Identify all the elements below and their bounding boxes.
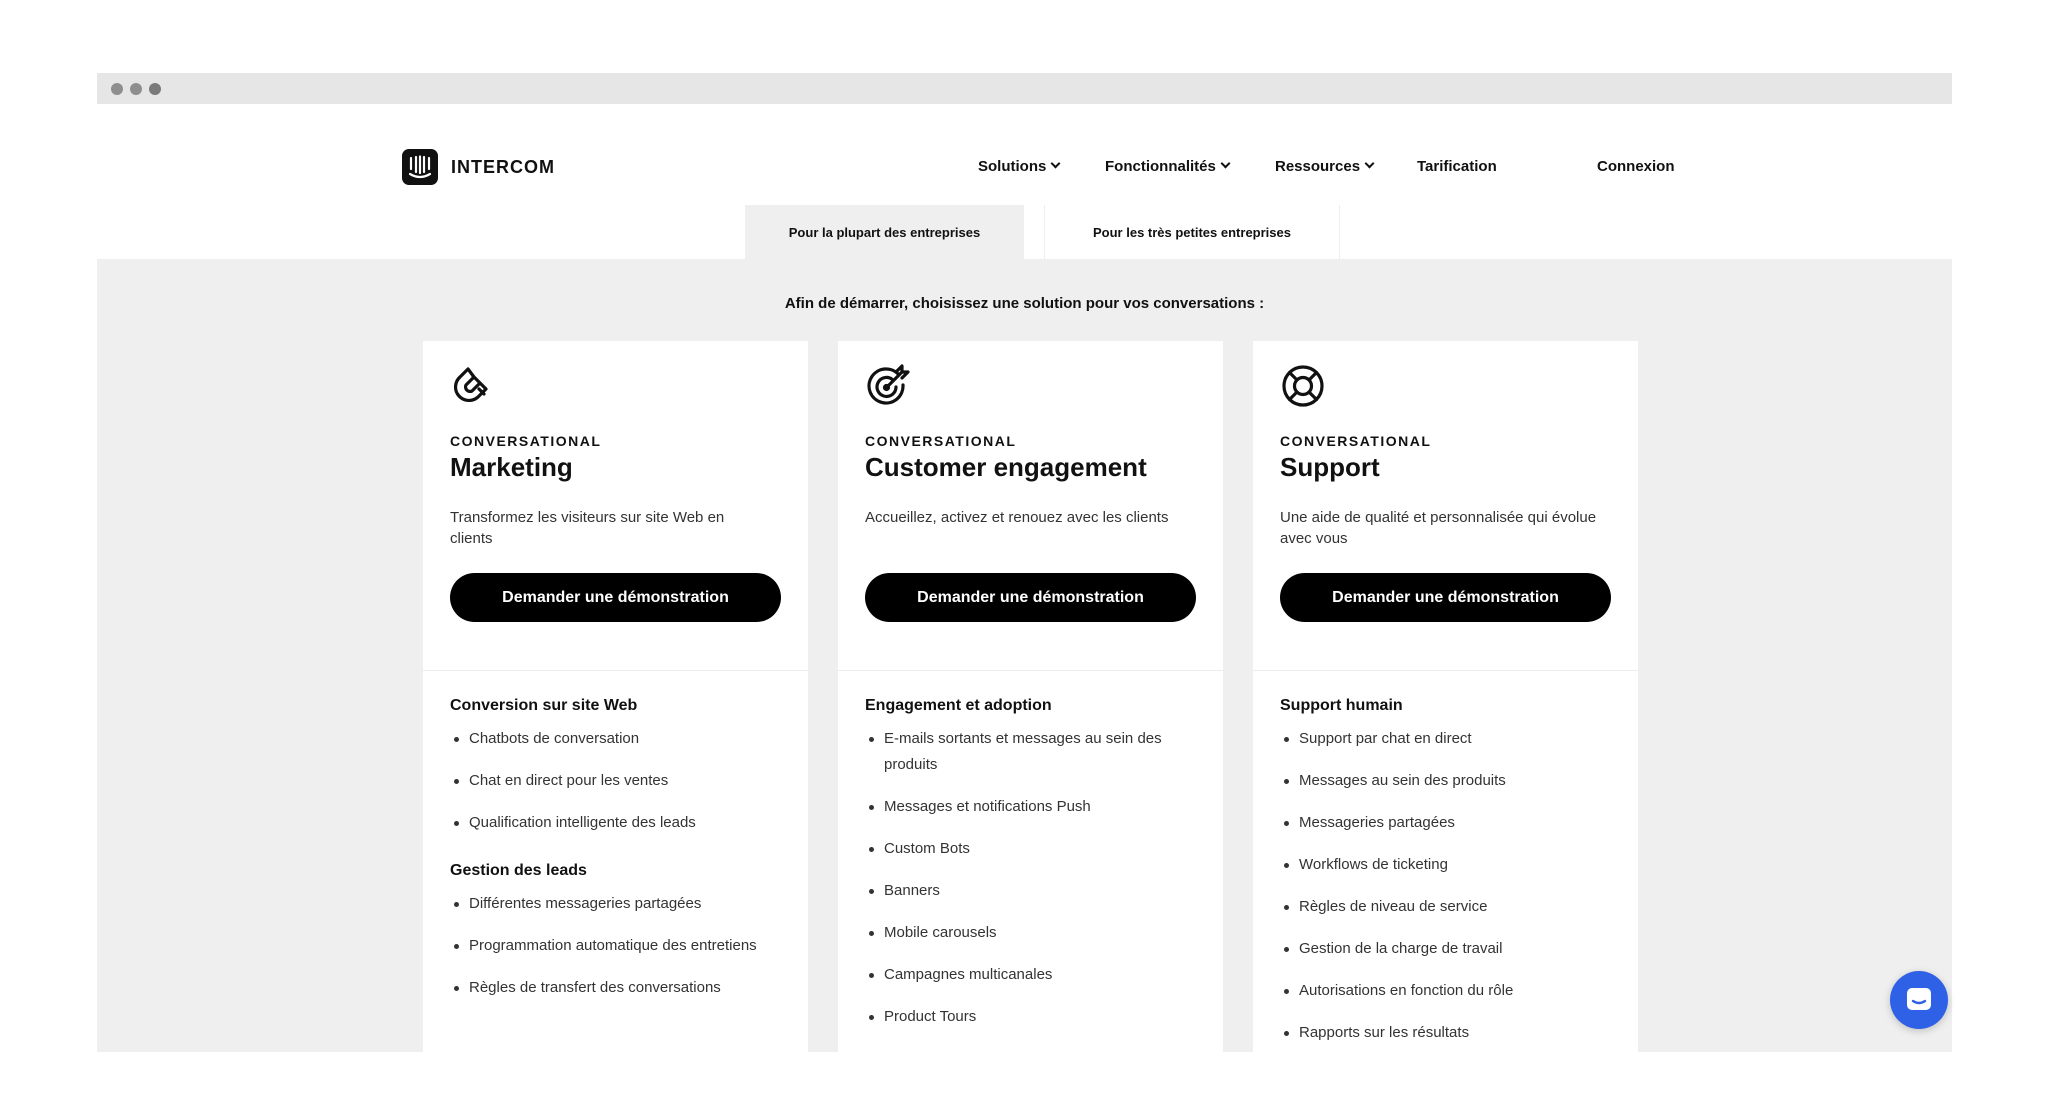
- tab-very-small-businesses-label: Pour les très petites entreprises: [1093, 224, 1291, 240]
- list-item: Messages et notifications Push: [865, 794, 1196, 820]
- list-item: Product Tours: [865, 1004, 1196, 1030]
- card-eyebrow: CONVERSATIONAL: [1280, 433, 1432, 449]
- list-item: Banners: [865, 878, 1196, 904]
- request-demo-button[interactable]: Demander une démonstration: [865, 573, 1196, 622]
- list-item: Gestion de la charge de travail: [1280, 936, 1611, 962]
- card-description: Une aide de qualité et personnalisée qui…: [1280, 509, 1597, 547]
- list-item: Custom Bots: [865, 836, 1196, 862]
- solutions-section: Afin de démarrer, choisissez une solutio…: [97, 259, 1952, 1052]
- card-eyebrow: CONVERSATIONAL: [865, 433, 1017, 449]
- browser-window: INTERCOM Solutions Fonctionnalités Resso…: [97, 73, 1952, 1052]
- nav-tarification[interactable]: Tarification: [1417, 158, 1497, 175]
- login-label: Connexion: [1597, 158, 1675, 175]
- card-features: Conversion sur site Web Chatbots de conv…: [423, 671, 808, 1001]
- nav-solutions[interactable]: Solutions: [978, 158, 1061, 175]
- login-link[interactable]: Connexion: [1597, 158, 1675, 175]
- list-item: Règles de niveau de service: [1280, 894, 1611, 920]
- list-item: Règles de transfert des conversations: [450, 975, 781, 1001]
- card-description: Accueillez, activez et renouez avec les …: [865, 509, 1169, 526]
- card-title: Customer engagement: [865, 452, 1147, 482]
- chevron-down-icon: [1050, 158, 1061, 169]
- card-header: CONVERSATIONAL Customer engagement Accue…: [838, 341, 1223, 671]
- card-header: CONVERSATIONAL Support Une aide de quali…: [1253, 341, 1638, 671]
- intercom-logo[interactable]: INTERCOM: [402, 149, 555, 185]
- card-features: Support humain Support par chat en direc…: [1253, 671, 1638, 1046]
- list-item: Messageries partagées: [1280, 810, 1611, 836]
- card-description: Transformez les visiteurs sur site Web e…: [450, 509, 725, 547]
- target-icon: [867, 364, 910, 405]
- intercom-logo-icon: [402, 149, 438, 185]
- nav-ressources-label: Ressources: [1275, 158, 1361, 175]
- magnet-icon: [453, 367, 488, 403]
- tab-most-businesses[interactable]: Pour la plupart des entreprises: [745, 205, 1024, 259]
- feature-list: Différentes messageries partagées Progra…: [450, 891, 781, 1001]
- list-item: Programmation automatique des entretiens: [450, 933, 781, 959]
- window-control-close[interactable]: [111, 83, 123, 95]
- section-intro: Afin de démarrer, choisissez une solutio…: [784, 295, 1265, 312]
- request-demo-button[interactable]: Demander une démonstration: [1280, 573, 1611, 622]
- window-control-minimize[interactable]: [130, 83, 142, 95]
- feature-list: Chatbots de conversation Chat en direct …: [450, 726, 781, 836]
- nav-fonctionnalites[interactable]: Fonctionnalités: [1105, 158, 1231, 175]
- chat-launcher-button[interactable]: [1890, 971, 1948, 1029]
- site-header: INTERCOM Solutions Fonctionnalités Resso…: [97, 104, 1952, 259]
- feature-group-title: Gestion des leads: [450, 862, 587, 879]
- nav-ressources[interactable]: Ressources: [1275, 158, 1375, 175]
- window-titlebar: [97, 73, 1952, 104]
- nav-solutions-label: Solutions: [978, 158, 1047, 175]
- feature-group-title: Conversion sur site Web: [450, 697, 638, 714]
- feature-group-title: Engagement et adoption: [865, 697, 1052, 714]
- request-demo-button[interactable]: Demander une démonstration: [450, 573, 781, 622]
- feature-list: Support par chat en direct Messages au s…: [1280, 726, 1611, 1046]
- chevron-down-icon: [1364, 158, 1375, 169]
- tab-most-businesses-label: Pour la plupart des entreprises: [788, 224, 981, 240]
- chevron-down-icon: [1220, 158, 1231, 169]
- card-title: Marketing: [450, 452, 573, 482]
- list-item: Campagnes multicanales: [865, 962, 1196, 988]
- list-item: Différentes messageries partagées: [450, 891, 781, 917]
- logo-text: INTERCOM: [451, 156, 555, 177]
- list-item: Mobile carousels: [865, 920, 1196, 946]
- nav-tarification-label: Tarification: [1417, 158, 1497, 175]
- card-marketing: CONVERSATIONAL Marketing Transformez les…: [423, 341, 808, 1052]
- window-control-maximize[interactable]: [149, 83, 161, 95]
- list-item: Rapports sur les résultats: [1280, 1020, 1611, 1046]
- list-item: Messages au sein des produits: [1280, 768, 1611, 794]
- chat-bubble-icon: [1907, 988, 1931, 1010]
- list-item: Chatbots de conversation: [450, 726, 781, 752]
- card-eyebrow: CONVERSATIONAL: [450, 433, 602, 449]
- tab-very-small-businesses[interactable]: Pour les très petites entreprises: [1044, 205, 1340, 259]
- lifebuoy-icon: [1282, 365, 1324, 407]
- list-item: Autorisations en fonction du rôle: [1280, 978, 1611, 1004]
- list-item: Qualification intelligente des leads: [450, 810, 781, 836]
- card-support: CONVERSATIONAL Support Une aide de quali…: [1253, 341, 1638, 1052]
- card-customer-engagement: CONVERSATIONAL Customer engagement Accue…: [838, 341, 1223, 1052]
- card-features: Engagement et adoption E-mails sortants …: [838, 671, 1223, 1030]
- card-header: CONVERSATIONAL Marketing Transformez les…: [423, 341, 808, 671]
- nav-fonctionnalites-label: Fonctionnalités: [1105, 158, 1216, 175]
- list-item: Workflows de ticketing: [1280, 852, 1611, 878]
- feature-group-title: Support humain: [1280, 697, 1403, 714]
- list-item: E-mails sortants et messages au sein des…: [865, 726, 1196, 778]
- list-item: Chat en direct pour les ventes: [450, 768, 781, 794]
- feature-list: E-mails sortants et messages au sein des…: [865, 726, 1196, 1030]
- list-item: Support par chat en direct: [1280, 726, 1611, 752]
- card-title: Support: [1280, 452, 1380, 482]
